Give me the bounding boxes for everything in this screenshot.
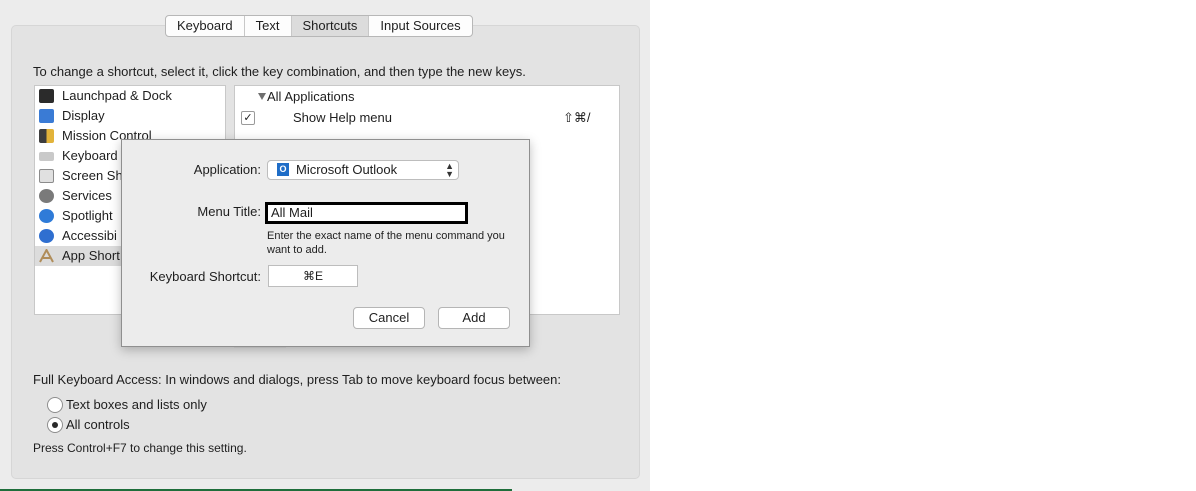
shortcut-keys[interactable]: ⇧⌘/ [563, 110, 591, 126]
chevron-updown-icon: ▲ ▼ [445, 161, 454, 179]
radio-all-controls[interactable] [47, 417, 63, 433]
category-launchpad-dock[interactable]: Launchpad & Dock [35, 86, 225, 106]
display-icon [39, 109, 54, 123]
group-label: All Applications [267, 89, 355, 104]
menu-title-hint: Enter the exact name of the menu command… [267, 230, 505, 256]
show-help-menu-checkbox[interactable]: ✓ [241, 111, 255, 125]
add-button[interactable]: Add [438, 307, 510, 329]
tab-shortcuts[interactable]: Shortcuts [291, 16, 370, 36]
gear-icon [39, 189, 54, 203]
tab-bar: Keyboard Text Shortcuts Input Sources [165, 15, 473, 37]
tab-keyboard[interactable]: Keyboard [166, 16, 245, 36]
control-f7-note: Press Control+F7 to change this setting. [33, 441, 247, 455]
tab-text[interactable]: Text [245, 16, 292, 36]
menu-title-input[interactable]: All Mail [265, 202, 468, 224]
launchpad-dock-icon [39, 89, 54, 103]
spotlight-icon [39, 209, 54, 223]
disclosure-triangle-icon[interactable] [258, 93, 266, 100]
add-shortcut-dialog: Application: O Microsoft Outlook ▲ ▼ Menu… [121, 139, 530, 347]
menu-title-label: Menu Title: [197, 204, 261, 219]
application-label: Application: [193, 162, 261, 177]
radio-label: All controls [66, 417, 130, 432]
group-all-applications[interactable]: All Applications [258, 89, 355, 104]
instruction-text: To change a shortcut, select it, click t… [33, 64, 526, 79]
radio-selected-dot [52, 422, 58, 428]
cancel-button[interactable]: Cancel [353, 307, 425, 329]
category-label: Launchpad & Dock [62, 88, 172, 103]
category-label: App Short [62, 248, 120, 263]
screenshot-icon [39, 169, 54, 183]
tab-input-sources[interactable]: Input Sources [369, 16, 471, 36]
full-keyboard-access-text: Full Keyboard Access: In windows and dia… [33, 372, 561, 387]
accessibility-icon [39, 229, 54, 243]
application-value: Microsoft Outlook [296, 162, 398, 177]
keyboard-shortcut-label: Keyboard Shortcut: [149, 269, 261, 284]
keyboard-shortcut-field[interactable]: ⌘E [268, 265, 358, 287]
shortcut-label: Show Help menu [293, 110, 392, 125]
outlook-icon: O [277, 163, 289, 176]
radio-label: Text boxes and lists only [66, 397, 207, 412]
category-label: Accessibi [62, 228, 117, 243]
category-label: Services [62, 188, 112, 203]
application-popup[interactable]: O Microsoft Outlook ▲ ▼ [267, 160, 459, 180]
category-display[interactable]: Display [35, 106, 225, 126]
keyboard-preferences-window: Keyboard Text Shortcuts Input Sources To… [0, 0, 650, 491]
radio-text-boxes[interactable] [47, 397, 63, 413]
category-label: Display [62, 108, 105, 123]
mission-control-icon [39, 129, 54, 143]
keyboard-icon [39, 152, 54, 161]
app-shortcuts-icon [39, 247, 54, 263]
